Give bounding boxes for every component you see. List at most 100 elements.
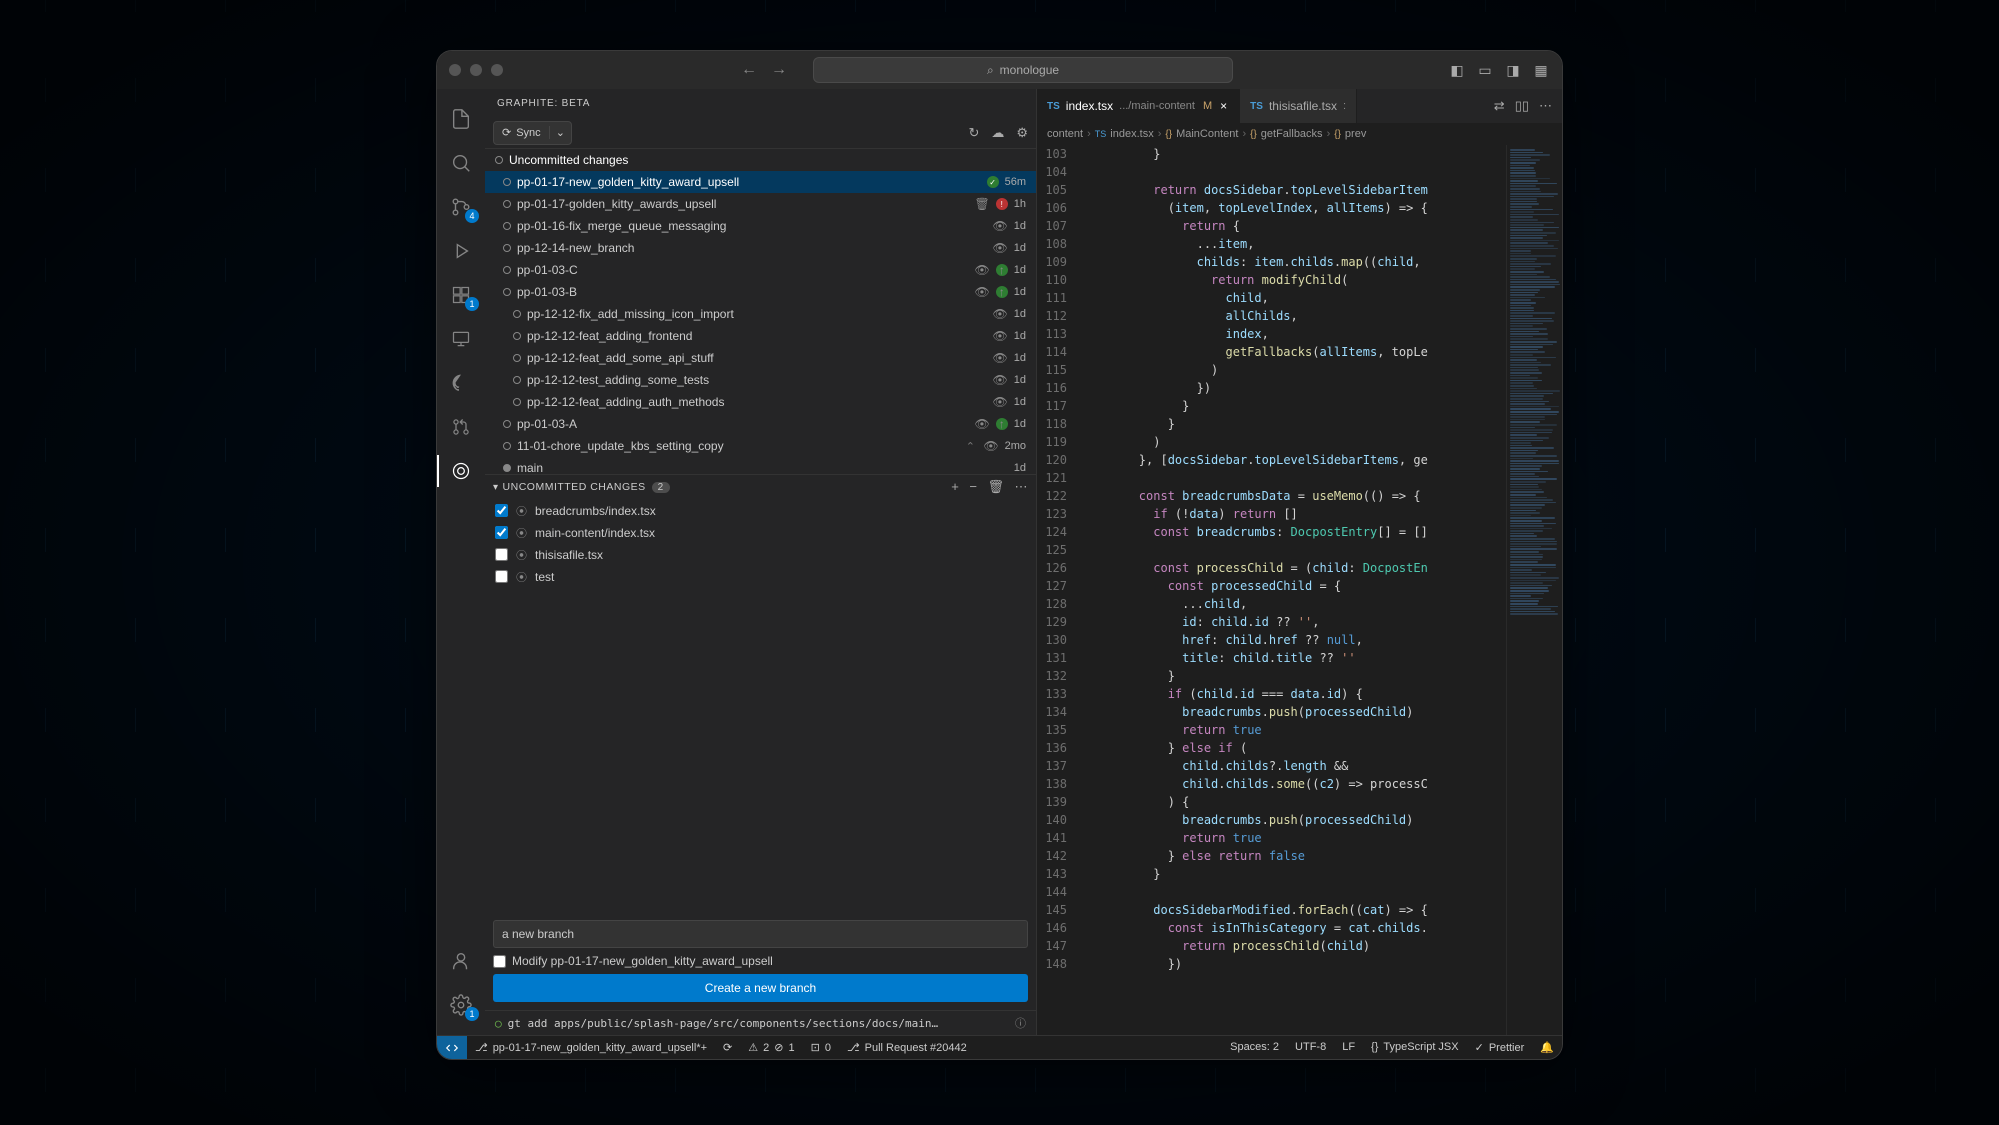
refresh-icon[interactable]: ↻ — [968, 125, 979, 141]
split-editor-icon[interactable]: ▯▯ — [1515, 98, 1529, 114]
change-row[interactable]: ⦿ main-content/index.tsx — [485, 522, 1036, 544]
maximize-window[interactable] — [491, 64, 503, 76]
command-center[interactable]: ⌕ monologue — [813, 57, 1233, 83]
branch-row[interactable]: 11-01-chore_update_kbs_setting_copy ⌃👁2m… — [485, 435, 1036, 457]
tree-header[interactable]: Uncommitted changes — [485, 149, 1036, 171]
pull-requests-icon[interactable] — [437, 407, 485, 447]
breadcrumb[interactable]: content›TSindex.tsx›{}MainContent›{}getF… — [1037, 123, 1562, 145]
status-pr[interactable]: ⎇Pull Request #20442 — [839, 1036, 975, 1059]
status-prettier[interactable]: ✓Prettier — [1467, 1041, 1533, 1054]
trash-icon[interactable]: 🗑 — [975, 197, 990, 211]
status-encoding[interactable]: UTF-8 — [1287, 1041, 1334, 1053]
editor-tab[interactable]: TS thisisafile.tsx : — [1240, 89, 1357, 123]
status-ports[interactable]: ⊡0 — [803, 1036, 839, 1059]
status-spaces[interactable]: Spaces: 2 — [1222, 1041, 1287, 1053]
branch-row[interactable]: pp-12-12-fix_add_missing_icon_import 👁1d — [485, 303, 1036, 325]
eye-icon[interactable]: 👁 — [993, 373, 1008, 387]
settings-gear-icon[interactable]: 1 — [437, 985, 485, 1025]
modify-checkbox[interactable] — [493, 955, 506, 968]
panel-left-icon[interactable]: ◧ — [1448, 61, 1466, 79]
eye-icon[interactable]: 👁 — [993, 307, 1008, 321]
gear-icon[interactable]: ⚙ — [1016, 125, 1028, 141]
layout-icon[interactable]: ▦ — [1532, 61, 1550, 79]
branch-row[interactable]: pp-12-12-feat_add_some_api_stuff 👁1d — [485, 347, 1036, 369]
branch-row[interactable]: pp-01-03-A 👁↑1d — [485, 413, 1036, 435]
branch-row[interactable]: pp-12-12-test_adding_some_tests 👁1d — [485, 369, 1036, 391]
change-checkbox[interactable] — [495, 570, 508, 583]
extensions-icon[interactable]: 1 — [437, 275, 485, 315]
search-activity-icon[interactable] — [437, 143, 485, 183]
eye-icon[interactable]: 👁 — [993, 329, 1008, 343]
branch-row[interactable]: pp-01-17-new_golden_kitty_award_upsell ✓… — [485, 171, 1036, 193]
minimap[interactable] — [1506, 145, 1562, 1035]
status-branch[interactable]: ⎇ pp-01-17-new_golden_kitty_award_upsell… — [467, 1036, 715, 1059]
more-icon[interactable]: ⋯ — [1015, 479, 1029, 495]
status-lang[interactable]: {}TypeScript JSX — [1363, 1041, 1467, 1053]
close-window[interactable] — [449, 64, 461, 76]
change-checkbox[interactable] — [495, 504, 508, 517]
scm-icon[interactable]: 4 — [437, 187, 485, 227]
uncommitted-changes-header[interactable]: ▾ UNCOMMITTED CHANGES 2 + − 🗑 ⋯ — [485, 474, 1036, 500]
nav-back-icon[interactable]: ← — [741, 61, 757, 79]
file-status-icon: ⦿ — [516, 525, 527, 541]
branch-row[interactable]: pp-01-16-fix_merge_queue_messaging 👁1d — [485, 215, 1036, 237]
remove-icon[interactable]: − — [969, 479, 977, 495]
eye-icon[interactable]: 👁 — [993, 395, 1008, 409]
panel-right-icon[interactable]: ◨ — [1504, 61, 1522, 79]
change-checkbox[interactable] — [495, 526, 508, 539]
modify-checkbox-row[interactable]: Modify pp-01-17-new_golden_kitty_award_u… — [493, 954, 1028, 968]
eye-icon[interactable]: 👁 — [993, 241, 1008, 255]
debug-icon[interactable] — [437, 231, 485, 271]
cloud-icon[interactable]: ☁ — [991, 125, 1004, 141]
breadcrumb-segment[interactable]: index.tsx — [1110, 128, 1153, 140]
change-row[interactable]: ⦿ thisisafile.tsx — [485, 544, 1036, 566]
add-icon[interactable]: + — [951, 479, 959, 495]
panel-bottom-icon[interactable]: ▭ — [1476, 61, 1494, 79]
discard-icon[interactable]: 🗑 — [987, 479, 1004, 495]
branch-name-input[interactable] — [493, 920, 1028, 948]
change-row[interactable]: ⦿ breadcrumbs/index.tsx — [485, 500, 1036, 522]
tab-more-icon[interactable]: ⋯ — [1539, 98, 1552, 114]
eye-icon[interactable]: 👁 — [983, 439, 998, 453]
minimize-window[interactable] — [470, 64, 482, 76]
graphite-icon[interactable] — [437, 451, 485, 491]
eye-icon[interactable]: 👁 — [975, 417, 990, 431]
eye-icon[interactable]: 👁 — [975, 263, 990, 277]
eye-icon[interactable]: 👁 — [975, 285, 990, 299]
branch-row[interactable]: pp-12-12-feat_adding_auth_methods 👁1d — [485, 391, 1036, 413]
sync-dropdown[interactable]: ⌄ — [549, 126, 571, 139]
collapse-icon[interactable]: ⌃ — [963, 440, 977, 453]
eye-icon[interactable]: 👁 — [993, 351, 1008, 365]
close-tab-icon[interactable]: × — [1218, 99, 1229, 113]
branch-row[interactable]: main 1d — [485, 457, 1036, 474]
branch-row[interactable]: pp-01-03-B 👁↑1d — [485, 281, 1036, 303]
change-checkbox[interactable] — [495, 548, 508, 561]
status-problems[interactable]: ⚠2 ⊘1 — [740, 1036, 802, 1059]
change-file: main-content/index.tsx — [535, 526, 655, 540]
nav-forward-icon[interactable]: → — [771, 61, 787, 79]
github-icon[interactable] — [437, 363, 485, 403]
branch-row[interactable]: pp-12-14-new_branch 👁1d — [485, 237, 1036, 259]
sync-button[interactable]: ⟳Sync ⌄ — [493, 121, 572, 145]
status-sync[interactable]: ⟳ — [715, 1036, 740, 1059]
account-icon[interactable] — [437, 941, 485, 981]
eye-icon[interactable]: 👁 — [993, 219, 1008, 233]
status-eol[interactable]: LF — [1334, 1041, 1363, 1053]
breadcrumb-segment[interactable]: prev — [1345, 128, 1366, 140]
branch-row[interactable]: pp-01-17-golden_kitty_awards_upsell 🗑!1h — [485, 193, 1036, 215]
breadcrumb-segment[interactable]: getFallbacks — [1261, 128, 1323, 140]
info-icon[interactable]: ⓘ — [1015, 1015, 1026, 1031]
compare-icon[interactable]: ⇄ — [1494, 98, 1505, 114]
branch-row[interactable]: pp-12-12-feat_adding_frontend 👁1d — [485, 325, 1036, 347]
create-branch-button[interactable]: Create a new branch — [493, 974, 1028, 1002]
change-row[interactable]: ⦿ test — [485, 566, 1036, 588]
remote-indicator[interactable] — [437, 1036, 467, 1059]
editor-tab[interactable]: TS index.tsx .../main-content M × — [1037, 89, 1240, 123]
explorer-icon[interactable] — [437, 99, 485, 139]
remote-explorer-icon[interactable] — [437, 319, 485, 359]
breadcrumb-segment[interactable]: content — [1047, 128, 1083, 140]
branch-row[interactable]: pp-01-03-C 👁↑1d — [485, 259, 1036, 281]
status-bell-icon[interactable]: 🔔 — [1532, 1041, 1562, 1054]
code-editor[interactable]: 103 }104105 return docsSidebar.topLevelS… — [1037, 145, 1506, 1035]
breadcrumb-segment[interactable]: MainContent — [1176, 128, 1238, 140]
